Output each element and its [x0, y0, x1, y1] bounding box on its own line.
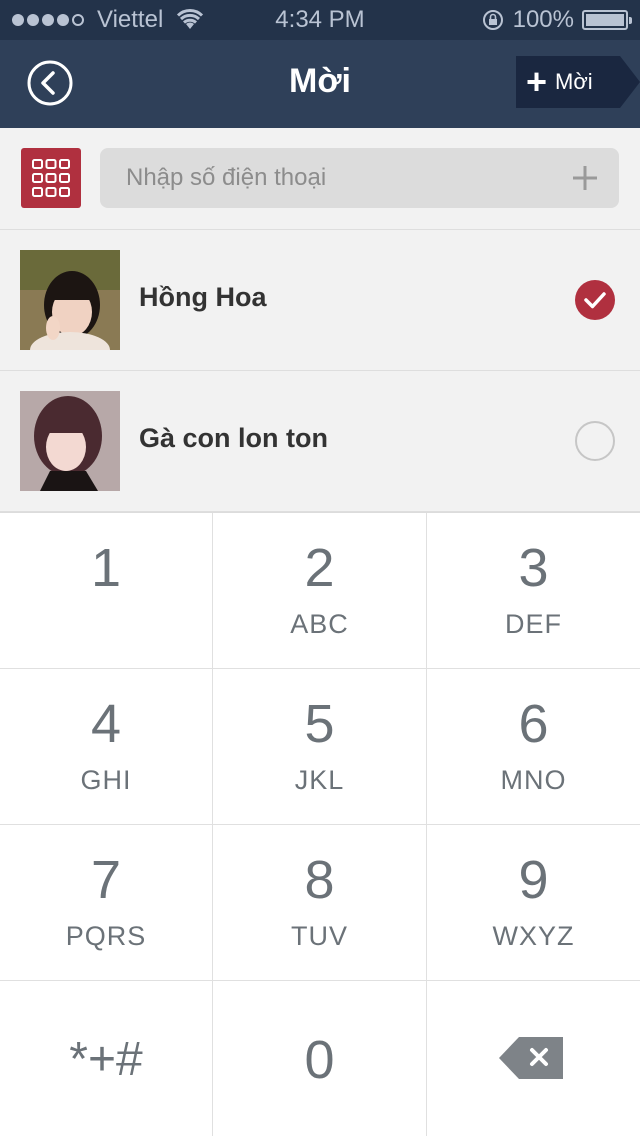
unselected-check-icon[interactable] — [575, 421, 615, 461]
battery-percent: 100% — [512, 6, 574, 33]
key-digit: 9 — [518, 850, 549, 910]
key-5[interactable]: 5 JKL — [213, 669, 427, 825]
key-letters: JKL — [294, 765, 345, 795]
key-digit: 3 — [518, 538, 549, 598]
key-symbols[interactable]: *+# — [0, 981, 213, 1136]
key-digit: 5 — [304, 694, 335, 754]
contact-name: Gà con lon ton — [139, 423, 328, 453]
plus-icon: + — [526, 61, 548, 102]
phone-input-container — [100, 148, 619, 208]
key-1[interactable]: 1 — [0, 513, 213, 669]
key-letters: MNO — [500, 765, 567, 795]
key-digit: 7 — [90, 850, 122, 910]
phone-number-input[interactable] — [126, 162, 556, 194]
key-digit: 6 — [518, 694, 549, 754]
selected-check-icon[interactable] — [575, 280, 615, 320]
contact-row[interactable]: Gà con lon ton — [0, 371, 640, 512]
backspace-button[interactable] — [427, 981, 640, 1136]
key-digit: 1 — [90, 538, 122, 598]
invite-button-label: Mời — [555, 69, 593, 94]
key-9[interactable]: 9 WXYZ — [427, 825, 640, 981]
key-0[interactable]: 0 — [213, 981, 427, 1136]
battery-icon — [582, 10, 632, 30]
key-4[interactable]: 4 GHI — [0, 669, 213, 825]
keypad-grid-icon — [32, 159, 70, 197]
key-letters: TUV — [291, 921, 348, 951]
nav-bar: Mời + Mời — [0, 40, 640, 128]
avatar — [20, 391, 120, 491]
key-letters: DEF — [505, 609, 562, 639]
key-symbols-label: *+# — [69, 1033, 143, 1086]
key-letters: ABC — [290, 609, 349, 639]
key-6[interactable]: 6 MNO — [427, 669, 640, 825]
keypad-toggle-button[interactable] — [21, 148, 81, 208]
key-digit: 8 — [304, 850, 335, 910]
key-digit: 2 — [304, 538, 335, 598]
key-letters: WXYZ — [492, 921, 575, 951]
key-8[interactable]: 8 TUV — [213, 825, 427, 981]
phone-search-row — [0, 128, 640, 230]
key-letters: GHI — [80, 765, 132, 795]
backspace-icon — [499, 1037, 563, 1079]
dial-keypad: 1 2 ABC 3 DEF 4 GHI 5 JKL 6 MNO 7 PQRS 8… — [0, 512, 640, 1136]
key-2[interactable]: 2 ABC — [213, 513, 427, 669]
key-3[interactable]: 3 DEF — [427, 513, 640, 669]
contact-row[interactable]: Hồng Hoa — [0, 230, 640, 371]
key-digit: 4 — [90, 694, 122, 754]
rotation-lock-icon — [482, 10, 503, 30]
contact-name: Hồng Hoa — [139, 282, 267, 312]
key-7[interactable]: 7 PQRS — [0, 825, 213, 981]
key-digit: 0 — [304, 1030, 335, 1090]
status-bar: Viettel 4:34 PM 100% — [0, 0, 640, 40]
add-number-icon[interactable] — [565, 158, 605, 198]
avatar — [20, 250, 120, 350]
invite-button[interactable]: + Mời — [516, 56, 640, 108]
key-letters: PQRS — [65, 921, 147, 951]
